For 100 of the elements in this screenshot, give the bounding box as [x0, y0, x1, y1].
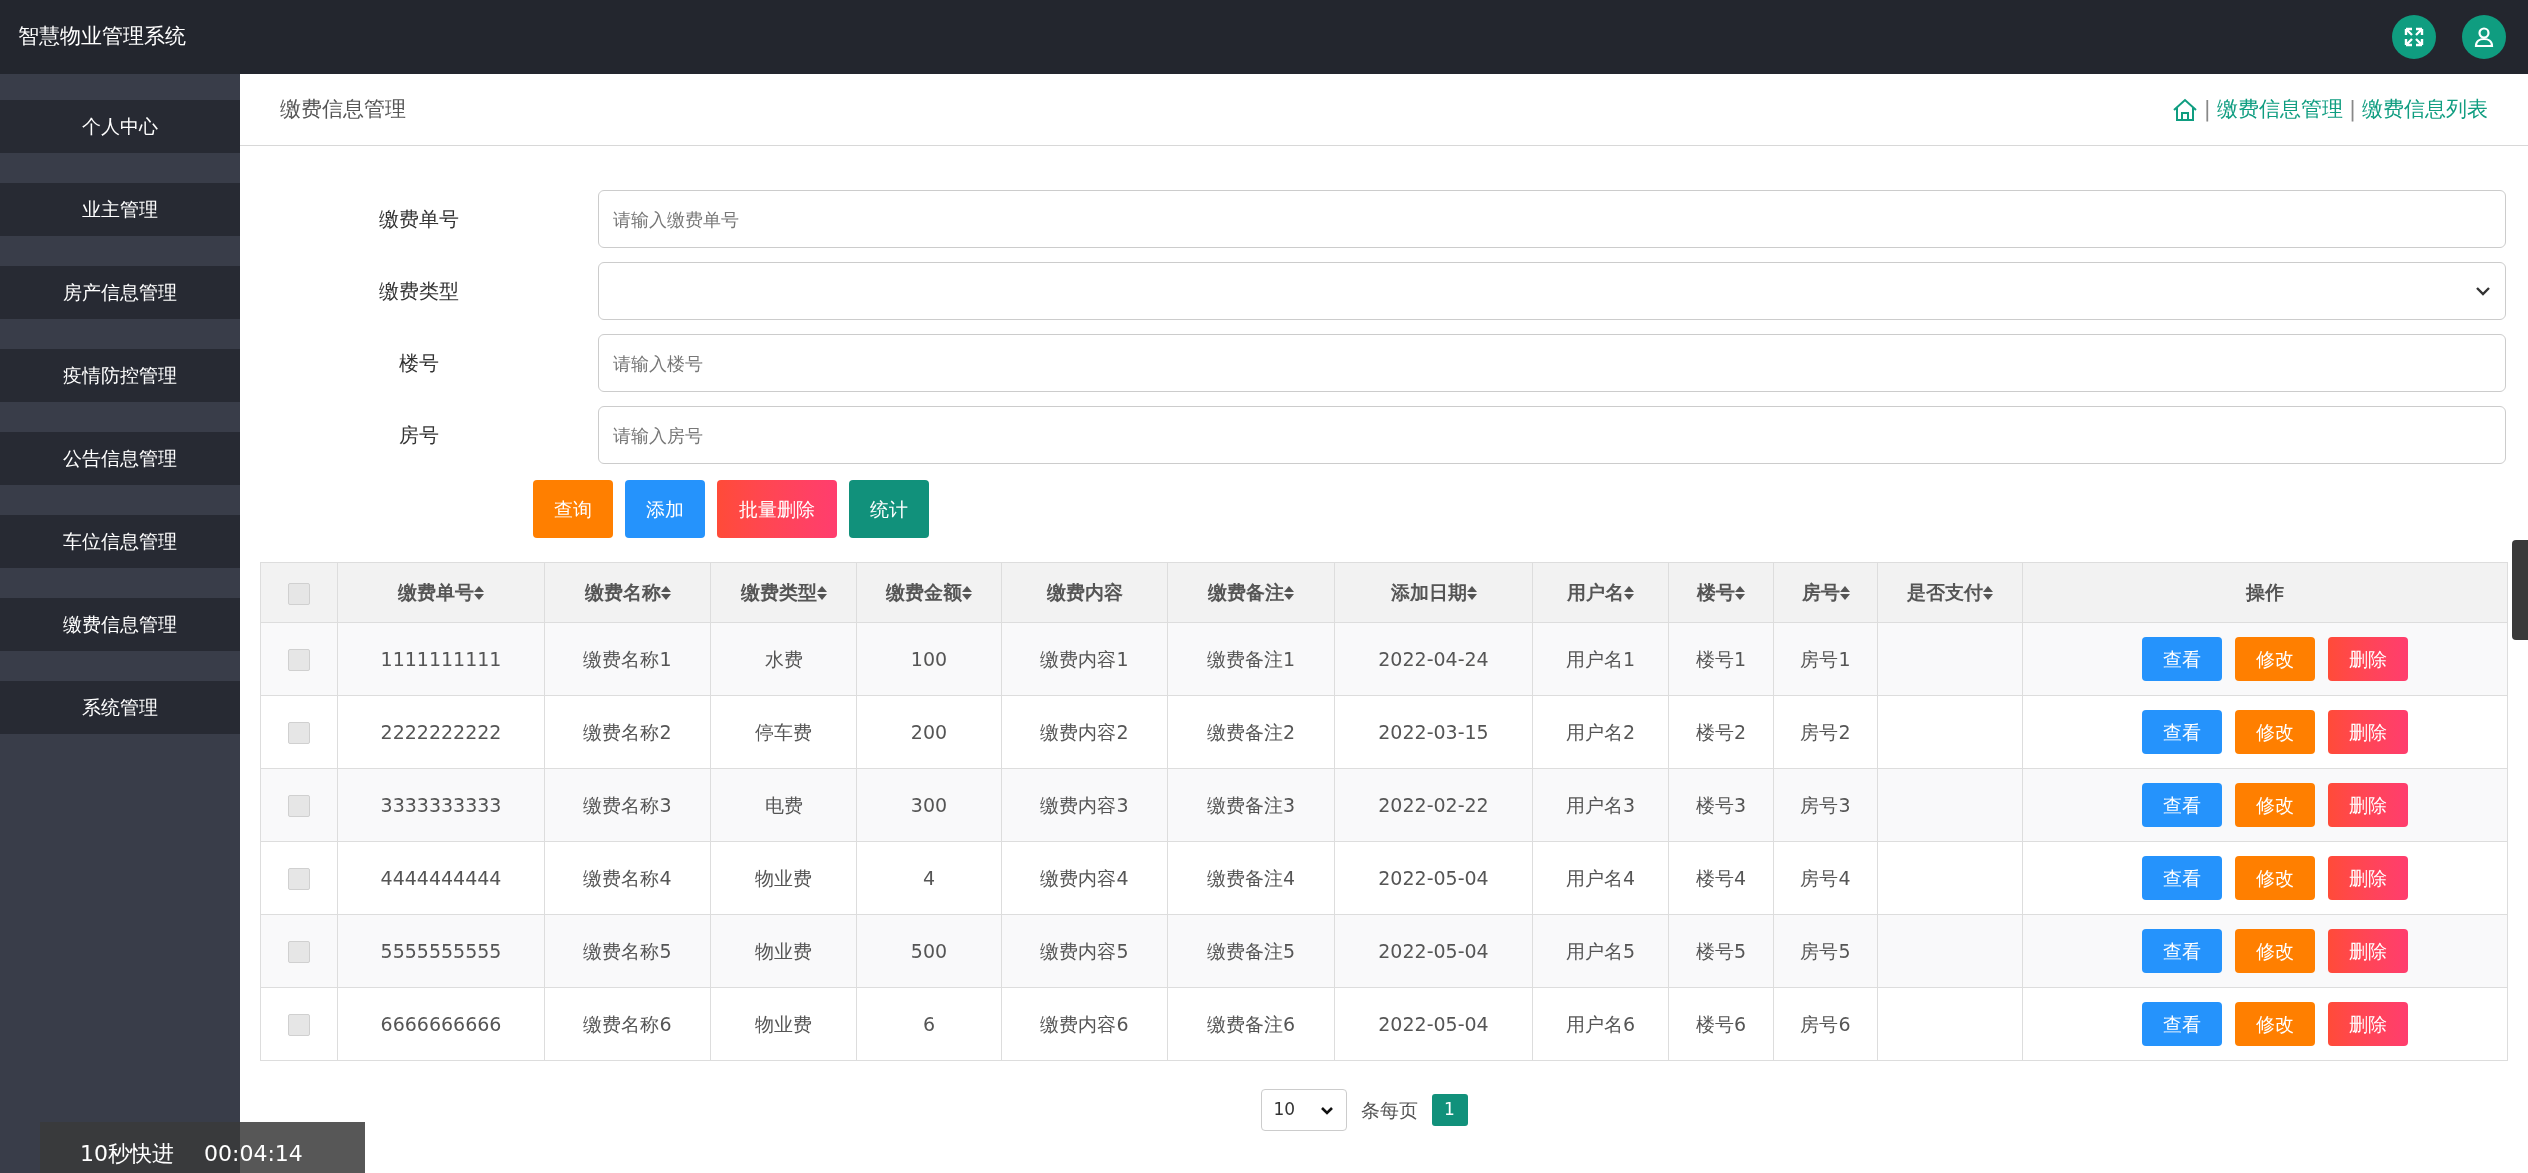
fullscreen-button[interactable]	[2392, 15, 2436, 59]
fast-forward-label[interactable]: 10秒快进	[80, 1137, 174, 1170]
table-cell: 缴费内容1	[1040, 647, 1129, 670]
checkbox[interactable]	[288, 722, 310, 745]
table-cell: 物业费	[755, 866, 812, 889]
sort-icon[interactable]	[474, 585, 484, 600]
table-cell: 500	[910, 939, 948, 962]
checkbox[interactable]	[288, 1014, 310, 1037]
user-button[interactable]	[2462, 15, 2506, 59]
page-button[interactable]: 1	[1431, 1094, 1468, 1126]
table-cell: 楼号2	[1695, 720, 1747, 743]
sidebar-item[interactable]: 公告信息管理	[0, 432, 240, 485]
text-input[interactable]: 请输入房号	[598, 406, 2506, 464]
view-button[interactable]: 查看	[2142, 783, 2222, 827]
checkbox[interactable]	[288, 868, 310, 891]
sidebar-item[interactable]: 车位信息管理	[0, 515, 240, 568]
page-size-select[interactable]: 10	[1260, 1089, 1347, 1131]
table-cell: 缴费内容3	[1040, 793, 1129, 816]
chevron-down-icon	[2475, 286, 2491, 296]
query-button[interactable]: 查询	[533, 480, 613, 538]
add-button[interactable]: 添加	[625, 480, 705, 538]
table-cell: 6	[922, 1012, 936, 1035]
table-cell: 缴费备注3	[1206, 793, 1296, 816]
delete-button[interactable]: 删除	[2328, 783, 2408, 827]
home-icon[interactable]	[2171, 96, 2198, 123]
sort-icon[interactable]	[1466, 585, 1477, 600]
sidebar-item[interactable]: 疫情防控管理	[0, 349, 240, 402]
column-header[interactable]: 房号	[1801, 578, 1840, 607]
table-cell: 用户名2	[1565, 720, 1636, 743]
sidebar-item[interactable]: 缴费信息管理	[0, 598, 240, 651]
checkbox[interactable]	[288, 941, 310, 964]
table-cell: 2222222222	[380, 720, 502, 743]
app-title: 智慧物业管理系统	[18, 23, 186, 51]
sidebar-item[interactable]: 房产信息管理	[0, 266, 240, 319]
table-cell: 4444444444	[380, 866, 502, 889]
breadcrumb-link[interactable]: 缴费信息列表	[2362, 93, 2488, 126]
sidebar-item[interactable]: 业主管理	[0, 183, 240, 236]
column-header: 操作	[2246, 580, 2284, 606]
sort-icon[interactable]	[1735, 585, 1745, 600]
view-button[interactable]: 查看	[2142, 637, 2222, 681]
table-cell: 缴费内容6	[1040, 1012, 1129, 1035]
checkbox[interactable]	[288, 649, 310, 672]
sidebar-item[interactable]: 个人中心	[0, 100, 240, 153]
field-label: 房号	[398, 422, 440, 449]
table-cell: 用户名6	[1565, 1012, 1636, 1035]
text-input[interactable]: 请输入楼号	[598, 334, 2506, 392]
table-cell: 停车费	[755, 720, 812, 743]
delete-button[interactable]: 删除	[2328, 1002, 2408, 1046]
sort-icon[interactable]	[816, 585, 827, 600]
table-cell: 缴费内容2	[1040, 720, 1129, 743]
column-header[interactable]: 添加日期	[1390, 578, 1467, 607]
view-button[interactable]: 查看	[2142, 1002, 2222, 1046]
delete-button[interactable]: 批量删除	[717, 480, 837, 538]
view-button[interactable]: 查看	[2142, 710, 2222, 754]
table-cell: 缴费名称6	[583, 1012, 672, 1035]
delete-button[interactable]: 删除	[2328, 856, 2408, 900]
column-header[interactable]: 缴费单号	[398, 578, 474, 607]
sort-icon[interactable]	[962, 585, 972, 600]
table-cell: 缴费备注2	[1206, 720, 1296, 743]
checkbox[interactable]	[288, 582, 310, 605]
table-cell: 房号2	[1800, 720, 1851, 743]
column-header[interactable]: 楼号	[1697, 578, 1735, 607]
column-header[interactable]: 用户名	[1567, 578, 1624, 607]
edit-button[interactable]: 修改	[2235, 783, 2315, 827]
sort-icon[interactable]	[1624, 585, 1634, 600]
edit-button[interactable]: 修改	[2235, 856, 2315, 900]
table-cell: 缴费内容5	[1040, 939, 1129, 962]
stats-button[interactable]: 统计	[849, 480, 929, 538]
delete-button[interactable]: 删除	[2328, 929, 2408, 973]
table-cell: 3333333333	[380, 793, 502, 816]
table-cell: 100	[910, 647, 948, 670]
breadcrumb-separator: |	[2348, 95, 2356, 124]
edit-button[interactable]: 修改	[2235, 637, 2315, 681]
delete-button[interactable]: 删除	[2328, 637, 2408, 681]
select-field[interactable]	[598, 262, 2506, 320]
table-cell: 楼号3	[1695, 793, 1747, 816]
view-button[interactable]: 查看	[2142, 929, 2222, 973]
playback-time: 00:04:14	[204, 1140, 303, 1168]
sort-icon[interactable]	[660, 585, 671, 600]
edit-button[interactable]: 修改	[2235, 1002, 2315, 1046]
sort-icon[interactable]	[1983, 585, 1993, 600]
sort-icon[interactable]	[1284, 585, 1294, 600]
view-button[interactable]: 查看	[2142, 856, 2222, 900]
sort-icon[interactable]	[1839, 585, 1850, 600]
table-cell: 300	[910, 793, 948, 816]
column-header: 缴费内容	[1046, 580, 1123, 606]
text-input[interactable]: 请输入缴费单号	[598, 190, 2506, 248]
edit-button[interactable]: 修改	[2235, 710, 2315, 754]
table-cell: 缴费名称4	[583, 866, 672, 889]
breadcrumb-separator: |	[2203, 95, 2211, 124]
sidebar-item[interactable]: 系统管理	[0, 681, 240, 734]
table-cell: 电费	[764, 793, 803, 816]
edit-button[interactable]: 修改	[2235, 929, 2315, 973]
breadcrumb-link[interactable]: 缴费信息管理	[2216, 93, 2343, 126]
checkbox[interactable]	[288, 795, 310, 818]
table-cell: 楼号1	[1695, 647, 1747, 670]
table-cell: 缴费备注1	[1206, 647, 1296, 670]
table-cell: 缴费内容4	[1040, 866, 1129, 889]
scrollbar-thumb[interactable]	[2512, 540, 2528, 640]
delete-button[interactable]: 删除	[2328, 710, 2408, 754]
